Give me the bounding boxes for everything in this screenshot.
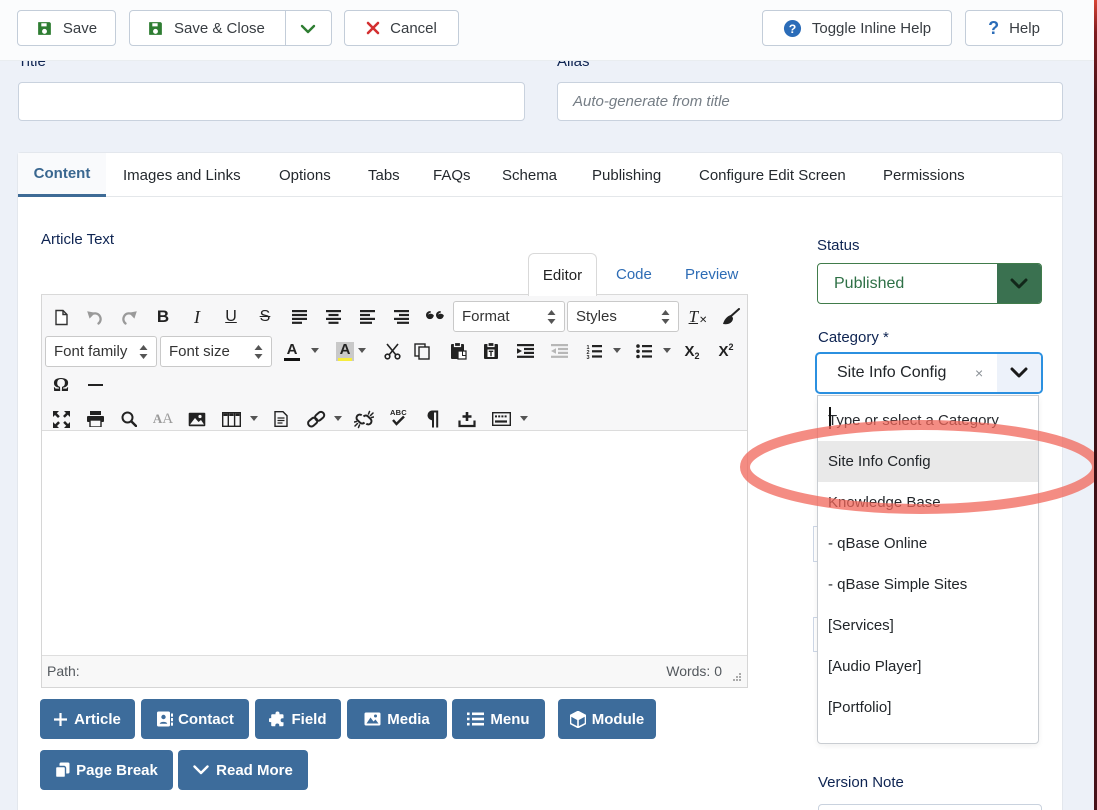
svg-text:3: 3 bbox=[587, 355, 590, 359]
svg-text:ABC: ABC bbox=[390, 408, 407, 417]
svg-text:?: ? bbox=[789, 21, 797, 35]
